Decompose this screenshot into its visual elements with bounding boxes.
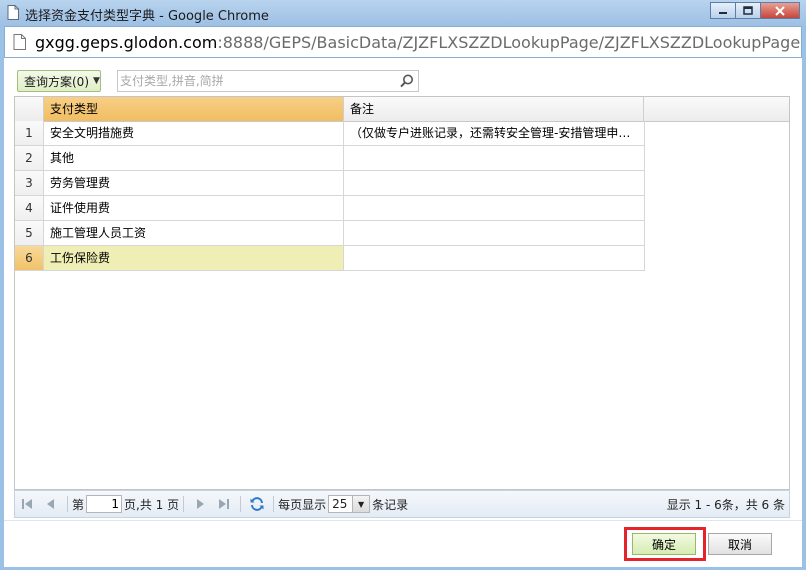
cell-note[interactable] [344,171,645,196]
data-grid: 支付类型 备注 1 安全文明措施费 （仅做专户进账记录，还需转安全管理-安措管理… [14,96,790,490]
row-number-header [15,97,44,121]
row-number: 6 [15,246,44,271]
address-bar[interactable]: gxgg.geps.glodon.com:8888/GEPS/BasicData… [4,26,802,58]
table-row[interactable]: 4 证件使用费 [15,196,645,221]
page-size-select[interactable]: 25 ▼ [328,495,371,513]
url-text: gxgg.geps.glodon.com:8888/GEPS/BasicData… [35,33,800,52]
column-header-type[interactable]: 支付类型 [44,97,344,121]
pagination-bar: 第 页,共 1 页 每页显示 25 [14,490,790,518]
cell-note[interactable] [344,146,645,171]
row-number: 1 [15,121,44,146]
record-count-info: 显示 1 - 6条，共 6 条 [666,497,785,512]
table-row-selected[interactable]: 6 工伤保险费 [15,246,645,271]
row-number: 2 [15,146,44,171]
cell-type[interactable]: 工伤保险费 [44,246,344,271]
cell-type[interactable]: 安全文明措施费 [44,121,344,146]
page-size-value: 25 [332,497,348,511]
page-size-prefix: 每页显示 [278,497,327,512]
cell-note[interactable] [344,221,645,246]
search-box [117,70,419,92]
cell-type[interactable]: 证件使用费 [44,196,344,221]
pager-separator [273,496,275,512]
url-path: :8888/GEPS/BasicData/ZJZFLXSZZDLookupPag… [217,33,800,52]
table-row[interactable]: 2 其他 [15,146,645,171]
cell-type[interactable]: 劳务管理费 [44,171,344,196]
refresh-icon[interactable] [249,496,265,512]
page-suffix: 页,共 1 页 [124,497,180,512]
search-icon[interactable] [399,73,415,89]
pager-separator [240,496,242,512]
search-input[interactable] [120,73,390,89]
maximize-button[interactable] [735,2,761,19]
row-number: 3 [15,171,44,196]
dialog-content: 查询方案(0) ▼ 支付类型 备注 1 安全文明措施费 （仅做 [4,58,802,567]
dialog-footer: 确定 取消 [4,520,802,567]
first-page-icon[interactable] [19,496,35,512]
pager-separator [67,496,68,512]
table-row[interactable]: 1 安全文明措施费 （仅做专户进账记录，还需转安全管理-安措管理申… [15,121,645,146]
query-scheme-label: 查询方案(0) [24,74,89,89]
cancel-button[interactable]: 取消 [708,533,772,555]
grid-header: 支付类型 备注 [15,97,789,122]
page-icon [13,34,26,50]
row-number: 5 [15,221,44,246]
dropdown-arrow-icon: ▼ [93,76,100,86]
chrome-popup-window: 选择资金支付类型字典 - Google Chrome gxgg.geps.glo… [0,0,806,570]
cell-note[interactable]: （仅做专户进账记录，还需转安全管理-安措管理申… [344,121,645,146]
last-page-icon[interactable] [216,496,232,512]
row-number: 4 [15,196,44,221]
header-filler [644,97,789,121]
pager-separator [183,496,185,512]
cell-note[interactable] [344,196,645,221]
chevron-down-icon: ▼ [352,496,370,512]
confirm-button[interactable]: 确定 [632,533,696,555]
page-prefix: 第 [72,497,85,512]
url-host: gxgg.geps.glodon.com [35,33,218,52]
maximize-icon [743,5,753,15]
table-row[interactable]: 5 施工管理人员工资 [15,221,645,246]
toolbar: 查询方案(0) ▼ [4,58,802,96]
next-page-icon[interactable] [192,496,208,512]
page-size-suffix: 条记录 [372,497,409,512]
minimize-button[interactable] [710,2,736,19]
window-controls [710,2,800,20]
document-icon [7,5,19,20]
window-title: 选择资金支付类型字典 - Google Chrome [25,9,269,24]
close-icon [775,5,785,16]
column-header-note[interactable]: 备注 [344,97,644,121]
cell-type[interactable]: 其他 [44,146,344,171]
query-scheme-button[interactable]: 查询方案(0) ▼ [17,70,101,92]
cell-note[interactable] [344,246,645,271]
page-number-input[interactable] [86,495,123,513]
close-button[interactable] [760,2,800,19]
cell-type[interactable]: 施工管理人员工资 [44,221,344,246]
title-bar: 选择资金支付类型字典 - Google Chrome [0,0,806,26]
minimize-icon [719,11,727,14]
table-row[interactable]: 3 劳务管理费 [15,171,645,196]
prev-page-icon[interactable] [43,496,59,512]
